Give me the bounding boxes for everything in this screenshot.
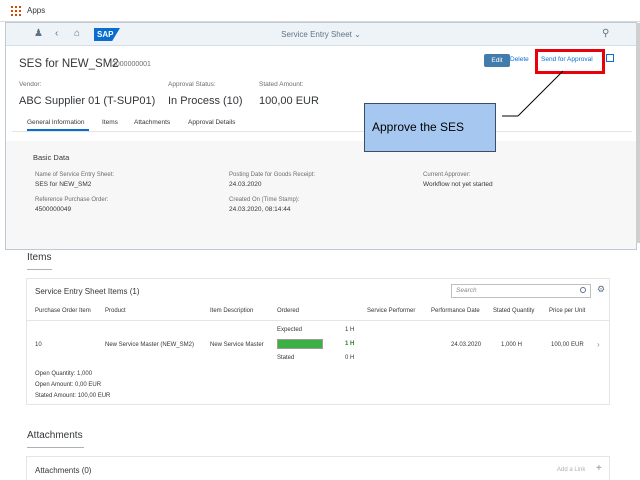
col-performance-date: Performance Date [431, 308, 480, 314]
attachments-title: Attachments (0) [35, 466, 92, 475]
items-card: Service Entry Sheet Items (1) Search ⚙ P… [26, 278, 610, 405]
stated-amount-summary: Stated Amount: 100,00 EUR [35, 393, 111, 399]
row-chevron-icon[interactable]: › [597, 340, 600, 349]
scrollbar[interactable] [636, 23, 640, 243]
stated-label: Stated [277, 355, 295, 361]
gear-icon[interactable]: ⚙ [597, 285, 605, 294]
callout-pointer [502, 70, 564, 117]
search-icon[interactable] [580, 287, 586, 293]
expected-label: Expected [277, 327, 303, 333]
ordered-progress-bar [277, 339, 323, 349]
search-input[interactable]: Search [451, 284, 591, 298]
open-quantity: Open Quantity: 1,000 [35, 371, 93, 377]
cell-performance-date: 24.03.2020 [451, 342, 482, 348]
attachments-card: Attachments (0) Add a Link + [26, 456, 610, 480]
cell-po-item: 10 [35, 342, 42, 348]
stated-value: 0 H [345, 355, 355, 361]
cell-description: New Service Master [210, 342, 264, 348]
cell-product: New Service Master (NEW_SM2) [105, 342, 195, 348]
ordered-progress-fill [278, 340, 322, 348]
col-ordered: Ordered [277, 308, 300, 314]
cell-price-per-unit: 100,00 EUR [551, 342, 584, 348]
add-icon[interactable]: + [596, 463, 602, 474]
items-table-title: Service Entry Sheet Items (1) [35, 287, 140, 296]
progress-value: 1 H [345, 341, 355, 347]
col-stated-quantity: Stated Quantity [493, 308, 535, 314]
col-po-item: Purchase Order Item [35, 308, 91, 314]
col-price-per-unit: Price per Unit [549, 308, 586, 314]
attachments-heading: Attachments [27, 430, 83, 441]
expected-value: 1 H [345, 327, 355, 333]
items-heading-rule [27, 269, 52, 270]
col-product: Product [105, 308, 126, 314]
callout-approve-ses: Approve the SES [364, 103, 496, 152]
cell-stated-quantity: 1,000 H [501, 342, 523, 348]
open-amount: Open Amount: 0,00 EUR [35, 382, 102, 388]
col-item-description: Item Description [210, 308, 254, 314]
col-service-performer: Service Performer [367, 308, 416, 314]
add-link-button[interactable]: Add a Link [557, 467, 585, 473]
items-heading: Items [27, 252, 52, 263]
attachments-heading-rule [27, 447, 84, 448]
table-header-rule [27, 320, 609, 321]
